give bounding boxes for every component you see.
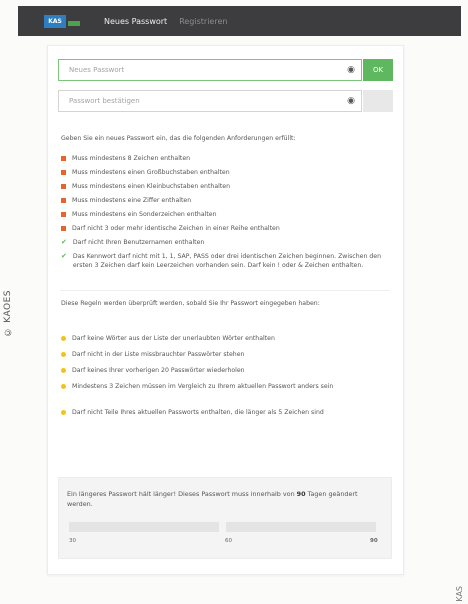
server-rule-item: Darf nicht in der Liste missbrauchter Pa… <box>61 350 391 359</box>
expiry-days: 90 <box>296 490 306 498</box>
logo-accent <box>68 20 80 26</box>
confirm-password-field[interactable]: ◉ <box>58 90 362 112</box>
requirement-item: Muss mindestens einen Kleinbuchstaben en… <box>61 182 391 191</box>
requirement-item: ✔ Darf nicht Ihren Benutzernamen enthalt… <box>61 238 205 246</box>
server-rule-item: Darf keines Ihrer vorherigen 20 Passwört… <box>61 366 391 375</box>
nav-tab-new-password[interactable]: Neues Passwort <box>104 17 167 26</box>
unmet-square-icon <box>61 184 66 189</box>
tick-label: 90 <box>370 538 378 544</box>
unmet-square-icon <box>61 156 66 161</box>
unmet-square-icon <box>61 212 66 217</box>
side-credit: KAS <box>455 586 464 602</box>
expiry-text: Ein längeres Passwort hält länger! Diese… <box>67 490 358 508</box>
pending-dot-icon <box>61 384 66 389</box>
pending-dot-icon <box>61 410 66 415</box>
requirement-item: Muss mindestens 8 Zeichen enthalten <box>61 154 391 163</box>
server-rule-item: Mindestens 3 Zeichen müssen im Vergleich… <box>61 382 391 391</box>
requirements-intro: Geben Sie ein neues Passwort ein, das di… <box>61 135 296 142</box>
server-rules-intro: Diese Regeln werden überprüft werden, so… <box>61 300 320 307</box>
requirement-item: ✔ Das Kennwort darf nicht mit 1, 1, SAP,… <box>61 252 381 269</box>
requirement-item: Darf nicht 3 oder mehr identische Zeiche… <box>61 224 391 233</box>
logo-text: KAS <box>48 17 62 25</box>
copyright-credit: © KAOES <box>3 290 13 337</box>
tick-label: 30 <box>69 538 76 544</box>
app-logo[interactable]: KAS <box>44 14 66 28</box>
nav-tab-register[interactable]: Registrieren <box>179 17 227 26</box>
new-password-field[interactable]: ◉ <box>58 59 362 81</box>
requirement-item: Muss mindestens ein Sonderzeichen enthal… <box>61 210 391 219</box>
unmet-square-icon <box>61 170 66 175</box>
top-nav-bar: KAS Neues Passwort Registrieren <box>18 6 461 36</box>
unmet-square-icon <box>61 198 66 203</box>
strength-bar-segment <box>69 522 219 532</box>
checkmark-icon: ✔ <box>61 238 67 246</box>
confirm-password-row: ◉ <box>58 90 393 112</box>
server-rule-item: Darf keine Wörter aus der Liste der uner… <box>61 334 391 343</box>
tick-label: 60 <box>225 538 232 544</box>
new-password-input[interactable] <box>67 65 331 75</box>
pending-dot-icon <box>61 336 66 341</box>
pending-dot-icon <box>61 352 66 357</box>
eye-icon[interactable]: ◉ <box>347 96 355 106</box>
requirement-item: Muss mindestens eine Ziffer enthalten <box>61 196 391 205</box>
eye-icon[interactable]: ◉ <box>347 65 355 75</box>
server-rule-item: Darf nicht Teile Ihres aktuellen Passwor… <box>61 408 391 417</box>
password-expiry-panel: Ein längeres Passwort hält länger! Diese… <box>58 477 392 559</box>
ok-button[interactable]: OK <box>363 59 393 81</box>
confirm-password-input[interactable] <box>67 96 331 106</box>
confirm-button[interactable] <box>363 90 393 112</box>
unmet-square-icon <box>61 226 66 231</box>
new-password-row: ◉ OK <box>58 59 393 81</box>
pending-dot-icon <box>61 368 66 373</box>
checkmark-icon: ✔ <box>61 252 67 260</box>
password-card: ◉ OK ◉ Geben Sie ein neues Passwort ein,… <box>47 45 404 575</box>
divider <box>60 290 390 291</box>
requirement-item: Muss mindestens einen Großbuchstaben ent… <box>61 168 391 177</box>
strength-bar-segment <box>226 522 376 532</box>
